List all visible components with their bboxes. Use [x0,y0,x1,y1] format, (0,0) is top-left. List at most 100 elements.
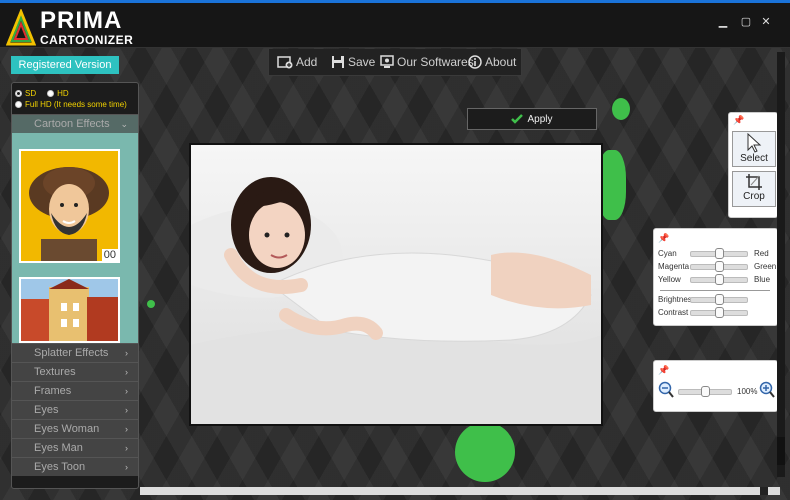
slider-thumb[interactable] [715,294,724,305]
panel-divider [660,290,770,291]
chevron-right-icon: › [125,367,128,377]
category-label: Eyes Toon [34,461,86,473]
crop-tool-button[interactable]: Crop [732,171,776,207]
slider-thumb[interactable] [715,248,724,259]
color-balance-slider[interactable] [690,261,748,272]
category-item[interactable]: Eyes Woman › [12,419,138,438]
cursor-arrow-icon [747,133,762,153]
quality-sd-label: SD [25,89,37,98]
vertical-scrollbar[interactable] [777,52,785,477]
green-splash [612,98,630,120]
photo-woman-in-bed [191,145,601,424]
effect-thumbnails: 00 [12,133,138,343]
close-button[interactable]: ✕ [757,13,775,31]
slider-thumb[interactable] [701,386,710,397]
image-canvas[interactable] [189,143,603,426]
chevron-down-icon: ⌄ [120,119,128,129]
slider-thumb[interactable] [715,274,724,285]
minimize-button[interactable]: ▁ [714,13,732,31]
about-label: About [485,55,517,69]
about-button[interactable]: About [468,52,516,72]
crop-icon [746,174,762,190]
category-label: Cartoon Effects [34,118,110,130]
quality-hd-radio[interactable] [47,90,55,97]
crop-label: Crop [743,191,765,202]
category-item[interactable]: Frames › [12,381,138,400]
category-item[interactable]: Eyes Man › [12,438,138,457]
quality-fullhd-option[interactable]: Full HD (It needs some time) [15,100,127,109]
category-item[interactable]: Eyes Toon › [12,457,138,476]
pin-icon[interactable]: 📌 [658,365,669,376]
chevron-right-icon: › [125,348,128,358]
color-right-label: Green [754,262,777,271]
our-softwares-label: Our Softwares [397,55,474,69]
info-icon [468,55,482,69]
effect-thumbnail-man[interactable]: 00 [19,149,120,263]
app-window: PRIMA CARTOONIZER ▁ ▢ ✕ Add Save Our Sof… [0,0,790,500]
chevron-right-icon: › [125,386,128,396]
color-left-label: Yellow [658,275,681,284]
tool-panel: 📌 Select Crop [728,112,778,218]
zoom-in-icon[interactable] [759,381,775,399]
contrast-slider[interactable] [690,307,748,318]
horizontal-scrollbar[interactable] [140,487,780,495]
color-balance-slider[interactable] [690,274,748,285]
pin-icon[interactable]: 📌 [733,115,744,126]
select-tool-button[interactable]: Select [732,131,776,167]
quality-hd-label: HD [57,89,69,98]
software-box-icon [380,55,394,68]
color-left-label: Cyan [658,249,677,258]
category-item[interactable]: Eyes › [12,400,138,419]
color-right-label: Blue [754,275,771,284]
effects-panel: SD HD Full HD (It needs some time) Carto… [11,82,139,489]
chevron-right-icon: › [125,443,128,453]
category-label: Eyes Woman [34,423,100,435]
pin-icon[interactable]: 📌 [658,233,669,244]
category-label: Splatter Effects [34,347,109,359]
zoom-out-icon[interactable] [658,381,674,399]
category-label: Textures [34,366,76,378]
thumbnail-count: 00 [101,249,118,261]
app-logo: PRIMA CARTOONIZER [6,7,134,49]
quality-sd-option[interactable]: SD HD [15,89,69,98]
add-label: Add [296,55,318,69]
category-item[interactable]: Textures › [12,362,138,381]
registered-version-badge[interactable]: Registered Version [11,56,119,74]
save-button[interactable]: Save [331,52,375,72]
category-item[interactable]: Splatter Effects › [12,343,138,362]
chevron-right-icon: › [125,405,128,415]
cartoon-man-image [21,151,118,261]
brightness-slider[interactable] [690,294,748,305]
logo-title: PRIMA [40,7,123,34]
add-button[interactable]: Add [277,52,317,72]
category-label: Eyes [34,404,59,416]
chevron-right-icon: › [125,424,128,434]
logo-subtitle: CARTOONIZER [40,33,134,47]
main-toolbar: Add Save Our Softwares About [268,49,522,76]
color-left-label: Magenta [658,262,690,271]
radio-selected-icon [15,90,22,97]
green-splash [455,422,515,482]
add-image-icon [277,56,293,69]
select-label: Select [740,153,768,164]
contrast-label: Contrast [658,308,689,317]
apply-label: Apply [527,113,553,125]
apply-button[interactable]: Apply [467,108,597,130]
our-softwares-button[interactable]: Our Softwares [380,52,474,72]
logo-triangle-icon [6,9,36,46]
color-balance-slider[interactable] [690,248,748,259]
green-splash [147,300,155,308]
zoom-percent: 100% [737,387,758,396]
category-cartoon-effects[interactable]: Cartoon Effects ⌄ [12,114,138,133]
cartoon-town-image [21,279,118,341]
scrollbar-thumb[interactable] [760,487,768,495]
slider-thumb[interactable] [715,261,724,272]
effect-thumbnail-town[interactable] [19,277,120,343]
chevron-right-icon: › [125,462,128,472]
category-label: Frames [34,385,72,397]
zoom-slider[interactable] [678,386,732,397]
maximize-button[interactable]: ▢ [737,13,755,31]
scrollbar-thumb[interactable] [777,437,785,465]
slider-thumb[interactable] [715,307,724,318]
radio-unselected-icon [15,101,22,108]
